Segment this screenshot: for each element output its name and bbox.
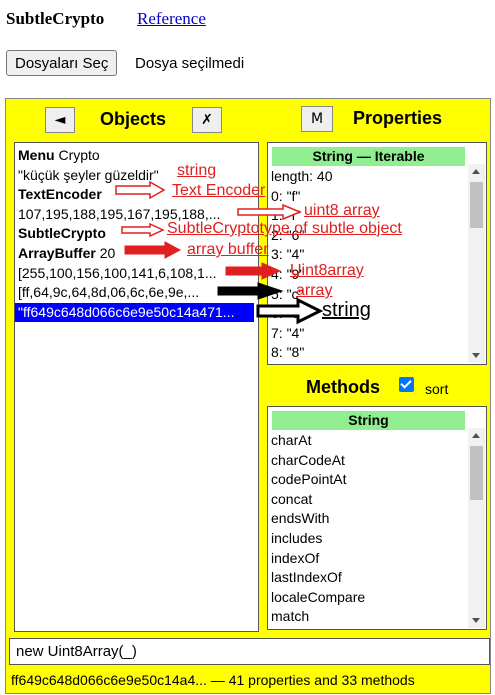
annotation-uint8-array: uint8 array	[304, 202, 380, 219]
arrow-string	[256, 297, 324, 325]
annotation-array-buffer: array buffer	[187, 241, 269, 258]
arrow-array-buffer	[124, 241, 182, 259]
command-input[interactable]	[9, 638, 490, 665]
arrow-text-encoder	[115, 180, 166, 200]
arrow-uint8array	[225, 262, 282, 280]
annotation-string: string	[177, 162, 217, 179]
arrow-uint8	[237, 203, 302, 221]
annotation-string-2: string	[322, 299, 371, 321]
annotation-array: array	[296, 282, 333, 299]
status-text: ff649c648d066c6e9e50c14a4... — 41 proper…	[11, 672, 415, 688]
annotation-arrows	[115, 180, 324, 325]
annotation-subtle-type: SubtleCryptotype of subtle object	[167, 220, 402, 237]
arrow-array	[217, 282, 284, 300]
arrow-subtle	[121, 222, 165, 238]
annotation-text-encoder: Text Encoder	[172, 182, 266, 199]
annotation-uint8array: Uint8array	[290, 262, 364, 279]
